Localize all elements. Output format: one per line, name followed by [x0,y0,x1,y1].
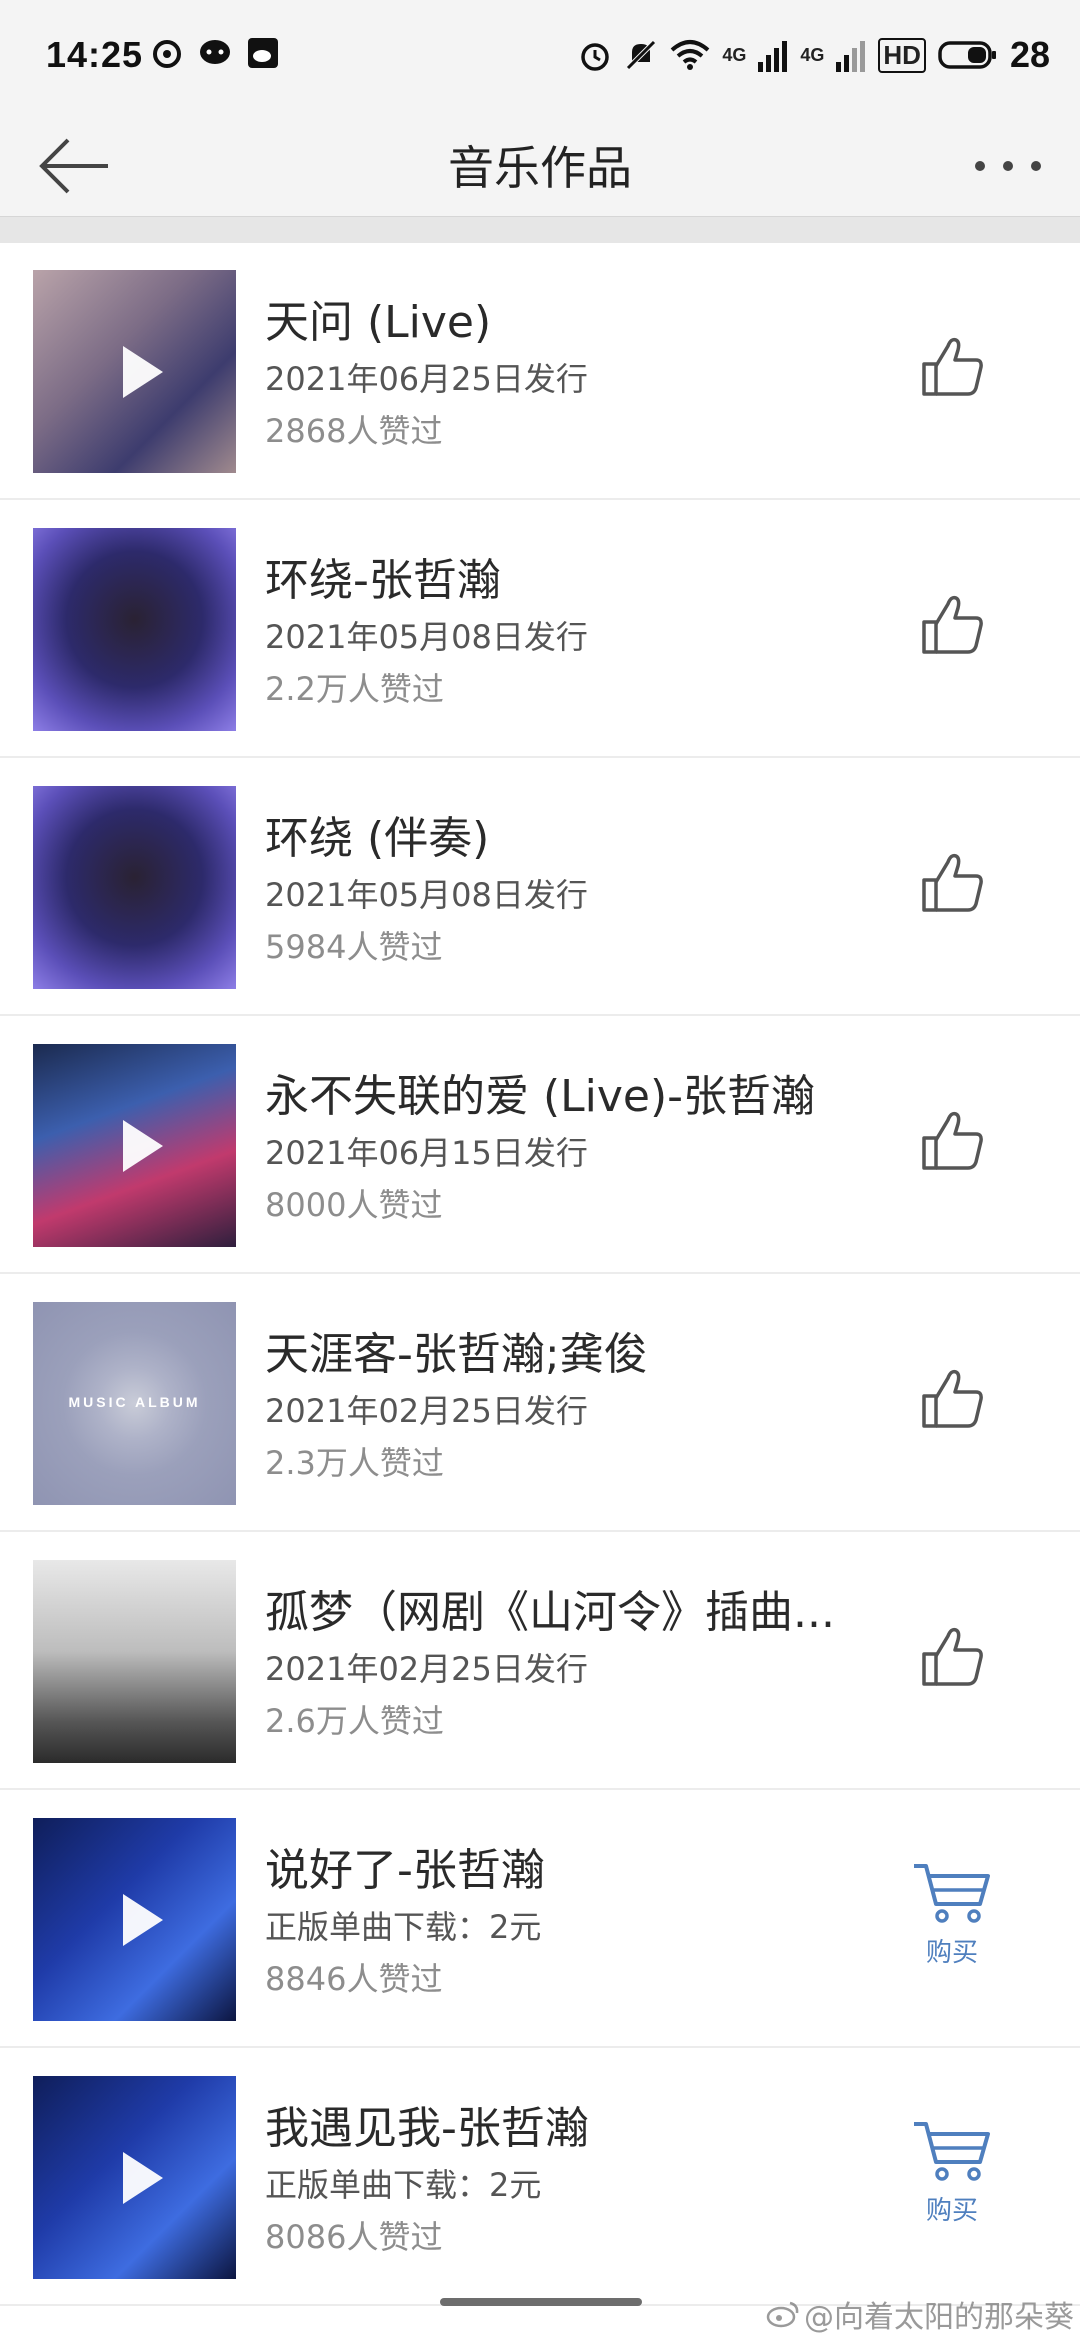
buy-label: 购买 [925,2196,978,2226]
buy-button[interactable]: 购买 [910,1860,994,1970]
song-like-count: 2.3万人赞过 [265,1444,444,1482]
battery-icon [938,41,996,69]
cart-icon [914,1864,990,1923]
song-title: 说好了-张哲瀚 [265,1845,545,1896]
song-subtitle: 2021年06月15日发行 [265,1134,588,1172]
song-title: 永不失联的爱 (Live)-张哲瀚 [265,1071,816,1122]
song-title: 环绕-张哲瀚 [265,555,501,606]
song-title: 孤梦（网剧《山河令》插曲... [265,1587,835,1638]
song-item[interactable]: 环绕 (伴奏) 2021年05月08日发行 5984人赞过 [0,758,1080,1016]
like-button[interactable] [918,1106,988,1176]
song-cover[interactable] [33,1044,236,1247]
song-title: 我遇见我-张哲瀚 [265,2103,589,2154]
song-subtitle: 正版单曲下载：2元 [265,1908,542,1946]
cart-icon [914,2122,990,2181]
song-like-count: 2868人赞过 [265,412,443,450]
battery-level: 28 [1009,34,1050,75]
status-bar: 14:25 4G 4G HD 28 [0,0,1080,116]
signal-2-label: 4G [800,44,825,65]
song-item[interactable]: 永不失联的爱 (Live)-张哲瀚 2021年06月15日发行 8000人赞过 [0,1016,1080,1274]
hd-badge: HD [878,37,926,73]
song-item[interactable]: 我遇见我-张哲瀚正版单曲下载：2元 8086人赞过 购买 [0,2048,1080,2306]
song-item[interactable]: 孤梦（网剧《山河令》插曲... 2021年02月25日发行 2.6万人赞过 [0,1532,1080,1790]
buy-label: 购买 [925,1938,978,1968]
status-right: 4G 4G HD 28 [578,34,1050,76]
signal-2-icon [836,41,866,72]
thumbs-up-icon [922,853,983,912]
song-item[interactable]: MUSIC ALBUM 天涯客-张哲瀚;龚俊 2021年02月25日发行 2.3万人赞… [0,1274,1080,1532]
thumbs-up-icon [922,1369,983,1428]
song-subtitle: 正版单曲下载：2元 [265,2166,542,2204]
signal-1-icon [758,41,788,72]
watermark: @向着太阳的那朵葵 [766,2292,1074,2336]
like-button[interactable] [918,590,988,660]
thumbs-up-icon [922,1627,983,1686]
alarm-icon [581,43,610,71]
home-indicator[interactable] [440,2298,642,2306]
song-item[interactable]: 天问 (Live) 2021年06月25日发行 2868人赞过 [0,242,1080,500]
song-title: 天问 (Live) [265,297,492,348]
play-icon[interactable] [122,1119,163,1172]
signal-1-label: 4G [722,44,747,65]
status-time: 14:25 [46,34,144,75]
play-icon[interactable] [122,2151,163,2204]
song-subtitle: 2021年02月25日发行 [265,1392,588,1430]
song-subtitle: 2021年05月08日发行 [265,876,588,914]
song-cover[interactable] [33,2076,236,2279]
page-title: 音乐作品 [448,141,632,195]
like-button[interactable] [918,1622,988,1692]
song-title: 天涯客-张哲瀚;龚俊 [265,1329,648,1380]
like-button[interactable] [918,332,988,402]
song-subtitle: 2021年05月08日发行 [265,618,588,656]
song-like-count: 5984人赞过 [265,928,443,966]
song-like-count: 2.2万人赞过 [265,670,444,708]
chat-notification-icon [200,40,230,64]
song-subtitle: 2021年02月25日发行 [265,1650,588,1688]
thumbs-up-icon [922,1111,983,1170]
like-button[interactable] [918,1364,988,1434]
app-notification-icon [153,40,181,68]
weibo-watermark-icon [766,2301,799,2328]
nav-header: 音乐作品 [0,116,1080,216]
song-like-count: 8846人赞过 [265,1960,443,1998]
song-item[interactable]: 环绕-张哲瀚 2021年05月08日发行 2.2万人赞过 [0,500,1080,758]
thumbs-up-icon [922,595,983,654]
mute-icon [626,40,657,70]
weibo-notification-icon [248,38,278,68]
song-item[interactable]: 说好了-张哲瀚正版单曲下载：2元 8846人赞过 购买 [0,1790,1080,2048]
song-subtitle: 2021年06月25日发行 [265,360,588,398]
song-cover[interactable] [33,528,236,731]
wifi-icon [671,40,710,70]
song-cover[interactable] [33,270,236,473]
song-cover[interactable] [33,1818,236,2021]
song-list: 天问 (Live) 2021年06月25日发行 2868人赞过环绕-张哲瀚 2021年… [0,242,1080,2306]
cover-text: MUSIC ALBUM [68,1394,201,1410]
header-divider [0,216,1080,243]
status-notification-icons [150,36,280,70]
song-like-count: 2.6万人赞过 [265,1702,444,1740]
thumbs-up-icon [922,337,983,396]
play-icon[interactable] [122,345,163,398]
watermark-text: @向着太阳的那朵葵 [804,2300,1074,2335]
like-button[interactable] [918,848,988,918]
song-cover[interactable] [33,1560,236,1763]
song-cover[interactable]: MUSIC ALBUM [33,1302,236,1505]
more-options-icon[interactable] [970,136,1046,196]
buy-button[interactable]: 购买 [910,2118,994,2228]
song-title: 环绕 (伴奏) [265,813,490,864]
play-icon[interactable] [122,1893,163,1946]
song-like-count: 8086人赞过 [265,2218,443,2256]
song-like-count: 8000人赞过 [265,1186,443,1224]
song-cover[interactable] [33,786,236,989]
